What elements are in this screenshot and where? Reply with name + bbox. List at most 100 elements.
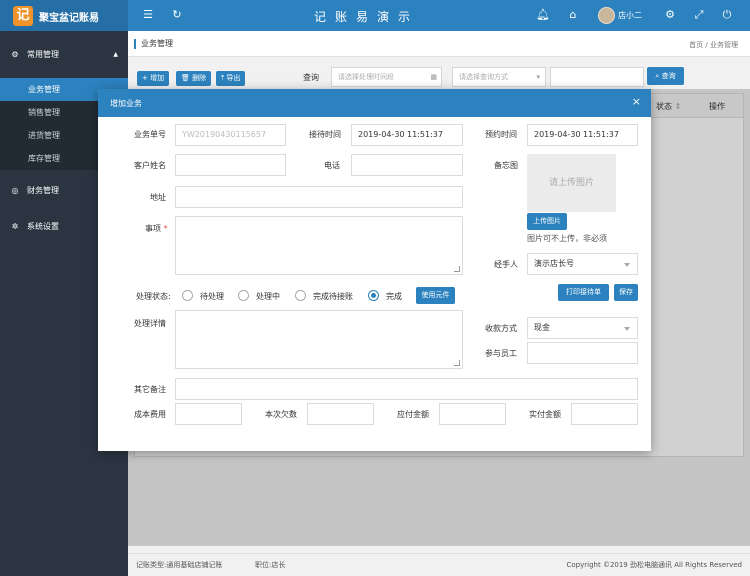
query-method-select[interactable]: 请选择查询方式 ▾ [452, 67, 546, 87]
payment-value: 现金 [534, 323, 550, 332]
sidebar-group-label: 常用管理 [27, 50, 59, 59]
appointment-field[interactable]: 2019-04-30 11:51:37 [527, 124, 638, 146]
add-label: 增加 [150, 74, 165, 82]
order-no-label: 业务单号 [134, 130, 166, 139]
gear-icon: ⚙ [11, 50, 19, 59]
debt-field[interactable] [307, 403, 374, 425]
order-no-field[interactable]: YW20190430115657 [175, 124, 286, 146]
appointment-label: 预约时间 [485, 130, 517, 139]
status-radio-pending[interactable] [182, 290, 193, 301]
caret-up-icon: ▲ [113, 51, 118, 58]
username[interactable]: 店小二 [618, 10, 642, 21]
upload-image-button[interactable]: 上传图片 [527, 213, 567, 230]
debt-label: 本次欠数 [265, 410, 297, 419]
staff-field[interactable] [527, 342, 638, 364]
app-title: 记账易演示 [314, 10, 420, 24]
app-logo: 记 [13, 6, 33, 26]
refresh-icon[interactable]: ↻ [170, 8, 184, 22]
status-option-pending: 待处理 [200, 292, 224, 301]
paid-field[interactable] [571, 403, 638, 425]
matter-label: 事项 * [145, 223, 168, 234]
sidebar-group-label: 系统设置 [27, 222, 59, 231]
status-radio-awaiting[interactable] [295, 290, 306, 301]
query-label: 查询 [303, 73, 319, 82]
detail-label: 处理详情 [134, 319, 166, 328]
detail-textarea[interactable] [175, 310, 463, 369]
settings-circle-icon: ◎ [11, 186, 19, 195]
avatar[interactable] [598, 7, 615, 24]
matter-textarea[interactable] [175, 216, 463, 275]
logo-area: 记 聚宝盆记账易 [0, 0, 128, 31]
use-parts-button[interactable]: 使用元件 [416, 287, 455, 304]
phone-label: 电话 [324, 161, 340, 170]
chevron-down-icon: ▾ [536, 73, 540, 81]
chevron-down-icon [624, 327, 630, 331]
menu-toggle-icon[interactable]: ☰ [141, 8, 155, 22]
payment-label: 收款方式 [485, 324, 517, 333]
query-keyword-input[interactable] [550, 67, 644, 87]
export-label: 导出 [226, 74, 241, 82]
tag-icon[interactable]: ⌂ [566, 8, 580, 22]
time-range-input[interactable]: 请选择处理时间段 ▦ [331, 67, 442, 87]
settings-icon[interactable]: ⚙ [663, 8, 677, 22]
search-icon: ⌕ [655, 72, 660, 80]
sidebar-group-common[interactable]: ⚙ 常用管理 ▲ [0, 44, 128, 66]
footer-type: 记账类型:通用基础店铺记账 [136, 561, 223, 569]
print-receipt-button[interactable]: 打印接待单 [558, 284, 609, 301]
dialog-title: 增加业务 [110, 99, 142, 108]
phone-field[interactable] [351, 154, 463, 176]
required-mark: * [163, 224, 168, 233]
query-method-placeholder: 请选择查询方式 [459, 73, 508, 81]
payable-field[interactable] [439, 403, 506, 425]
crumb-bar: 业务管理 首页 / 业务管理 [128, 31, 750, 57]
delete-button[interactable]: 🗑︎ 删除 [176, 71, 212, 86]
payment-select[interactable]: 现金 [527, 317, 638, 339]
cost-label: 成本费用 [134, 410, 166, 419]
handler-label: 经手人 [494, 260, 518, 269]
trash-icon: 🗑︎ [181, 74, 190, 82]
breadcrumb-separator: / [705, 41, 708, 49]
receive-time-field[interactable]: 2019-04-30 11:51:37 [351, 124, 463, 146]
status-radio-processing[interactable] [238, 290, 249, 301]
chevron-down-icon [624, 263, 630, 267]
upload-hint: 图片可不上传，非必须 [527, 234, 607, 243]
other-notes-label: 其它备注 [134, 385, 166, 394]
handler-value: 演示店长号 [534, 259, 574, 268]
footer: 记账类型:通用基础店铺记账 职位:店长 Copyright ©2019 劲松电脑… [128, 553, 750, 576]
status-option-done: 完成 [386, 292, 402, 301]
address-label: 地址 [150, 193, 166, 202]
footer-copyright: Copyright ©2019 劲松电脑通讯 All Rights Reserv… [566, 561, 742, 569]
status-label: 处理状态: [136, 292, 171, 301]
staff-label: 参与员工 [485, 349, 517, 358]
matter-label-text: 事项 [145, 224, 161, 233]
breadcrumb-home[interactable]: 首页 [689, 41, 703, 49]
customer-field[interactable] [175, 154, 286, 176]
plus-icon: + [142, 74, 148, 82]
footer-position: 职位:店长 [255, 561, 286, 569]
customer-label: 客户姓名 [134, 161, 166, 170]
dialog-header: 增加业务 × [98, 89, 651, 117]
calendar-icon: ▦ [430, 73, 437, 81]
close-icon[interactable]: × [632, 95, 641, 109]
memo-image-label: 备忘图 [494, 161, 518, 170]
breadcrumb-current: 业务管理 [710, 41, 738, 49]
address-field[interactable] [175, 186, 463, 208]
paid-label: 实付金额 [529, 410, 561, 419]
status-option-awaiting: 完成待接账 [313, 292, 353, 301]
save-button[interactable]: 保存 [614, 284, 638, 301]
cog-icon: ✲ [11, 222, 19, 231]
handler-select[interactable]: 演示店长号 [527, 253, 638, 275]
image-upload-area[interactable]: 请上传图片 [527, 154, 616, 212]
search-button[interactable]: ⌕ 查询 [647, 67, 684, 85]
cost-field[interactable] [175, 403, 242, 425]
time-range-placeholder: 请选择处理时间段 [338, 73, 394, 81]
logout-icon[interactable]: ⏻ [720, 8, 734, 22]
other-notes-field[interactable] [175, 378, 638, 400]
bell-icon[interactable]: 🔔︎ [536, 8, 550, 22]
status-option-processing: 处理中 [256, 292, 280, 301]
fullscreen-icon[interactable]: ⤢ [692, 8, 706, 22]
status-radio-done[interactable] [368, 290, 379, 301]
search-label: 查询 [661, 72, 676, 80]
export-button[interactable]: ⤒ 导出 [216, 71, 246, 86]
add-button[interactable]: + 增加 [137, 71, 170, 86]
